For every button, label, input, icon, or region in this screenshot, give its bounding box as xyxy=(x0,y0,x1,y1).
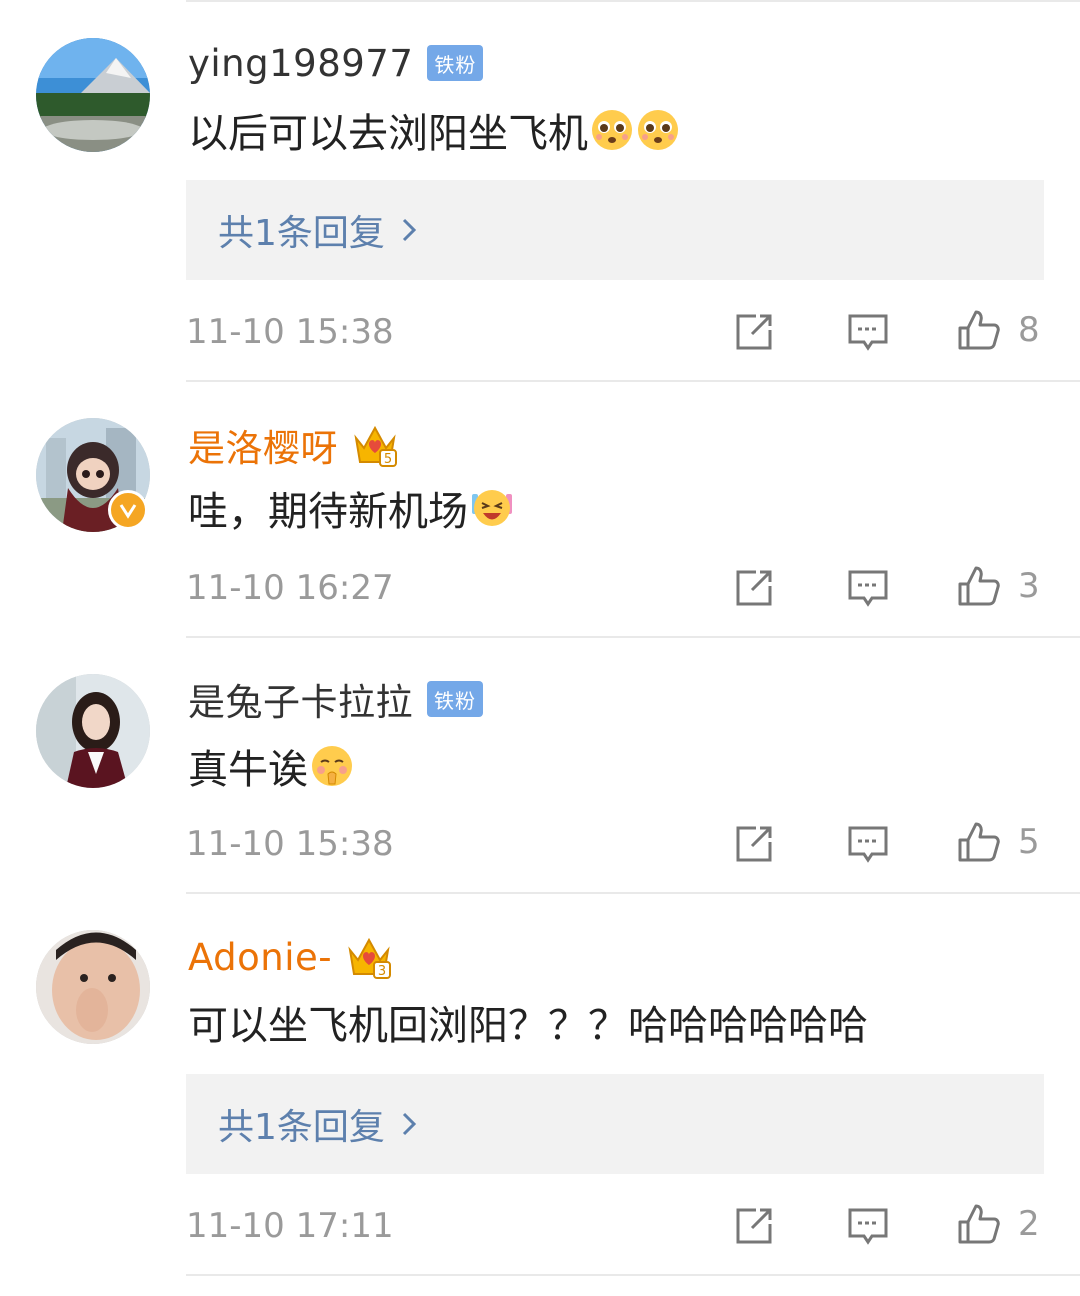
meta-row: 11-10 16:27 3 xyxy=(186,558,1044,618)
avatar[interactable] xyxy=(36,38,150,152)
reply-box[interactable]: 共1条回复 xyxy=(186,1074,1044,1174)
username[interactable]: 是洛樱呀 xyxy=(188,418,338,472)
forward-icon[interactable] xyxy=(732,822,776,866)
like-button[interactable]: 2 xyxy=(956,1202,1040,1246)
reply-box[interactable]: 共1条回复 xyxy=(186,180,1044,280)
comment-item: 是洛樱呀 5 哇，期待新机场 11-10 16:27 3 xyxy=(0,382,1080,638)
chevron-right-icon xyxy=(402,1112,417,1136)
actions: 3 xyxy=(186,558,1044,618)
meta-row: 11-10 17:11 2 xyxy=(186,1196,1044,1256)
username[interactable]: 是兔子卡拉拉 xyxy=(188,672,413,726)
username[interactable]: ying198977 xyxy=(188,42,413,85)
pleading-face-icon xyxy=(592,110,632,150)
comment-item: Adonie- 3 可以坐飞机回浏阳？？？哈哈哈哈哈哈 共1条回复 11-10 … xyxy=(0,894,1080,1296)
forward-icon[interactable] xyxy=(732,1204,776,1248)
comment-item: 是兔子卡拉拉 铁粉 真牛诶 11-10 15:38 5 xyxy=(0,638,1080,894)
comment-text: 真牛诶 xyxy=(188,747,308,793)
actions: 8 xyxy=(186,302,1044,362)
verified-badge xyxy=(108,490,148,530)
comment-text: 以后可以去浏阳坐飞机 xyxy=(188,111,588,157)
like-count: 5 xyxy=(1018,822,1040,862)
forward-icon[interactable] xyxy=(732,566,776,610)
divider xyxy=(186,1274,1080,1276)
comment-text-row: 以后可以去浏阳坐飞机 xyxy=(188,100,680,160)
fan-badge: 铁粉 xyxy=(427,45,484,81)
name-row: 是兔子卡拉拉 铁粉 xyxy=(188,674,483,724)
crown-badge-icon: 5 xyxy=(354,425,397,467)
comment-icon[interactable] xyxy=(846,1204,890,1248)
avatar[interactable] xyxy=(36,930,150,1044)
thumbs-up-icon xyxy=(958,566,1000,606)
avatar[interactable] xyxy=(36,674,150,788)
name-row: 是洛樱呀 5 xyxy=(188,420,398,470)
checkmark-icon xyxy=(119,504,137,519)
like-count: 3 xyxy=(1018,566,1040,606)
forward-icon[interactable] xyxy=(732,310,776,354)
comment-item: ying198977 铁粉 以后可以去浏阳坐飞机 共1条回复 11-10 15:… xyxy=(0,0,1080,382)
reply-count-link[interactable]: 共1条回复 xyxy=(218,204,385,256)
meta-row: 11-10 15:38 8 xyxy=(186,302,1044,362)
fan-badge: 铁粉 xyxy=(427,681,483,717)
thumbs-up-icon xyxy=(958,1204,1000,1244)
name-row: Adonie- 3 xyxy=(188,932,392,982)
svg-text:5: 5 xyxy=(384,452,392,467)
pleading-face-icon xyxy=(638,110,678,150)
actions: 5 xyxy=(186,814,1044,874)
like-count: 8 xyxy=(1018,310,1040,350)
comment-text: 可以坐飞机回浏阳？？？哈哈哈哈哈哈 xyxy=(188,1003,868,1049)
comment-text: 哇，期待新机场 xyxy=(188,489,468,535)
like-button[interactable]: 8 xyxy=(956,308,1040,352)
actions: 2 xyxy=(186,1196,1044,1256)
name-row: ying198977 铁粉 xyxy=(188,38,484,88)
crown-badge-icon: 3 xyxy=(348,937,392,979)
chevron-right-icon xyxy=(402,218,417,242)
comment-text-row: 真牛诶 xyxy=(188,736,354,796)
like-count: 2 xyxy=(1018,1204,1040,1244)
comment-text-row: 哇，期待新机场 xyxy=(188,478,514,538)
excited-face-icon xyxy=(472,490,512,526)
comment-text-row: 可以坐飞机回浏阳？？？哈哈哈哈哈哈 xyxy=(188,992,868,1052)
meta-row: 11-10 15:38 5 xyxy=(186,814,1044,874)
svg-text:3: 3 xyxy=(378,964,386,979)
like-button[interactable]: 3 xyxy=(956,564,1040,608)
username[interactable]: Adonie- xyxy=(188,936,332,979)
comment-icon[interactable] xyxy=(846,566,890,610)
thumbs-up-icon xyxy=(958,310,1000,350)
reply-count-link[interactable]: 共1条回复 xyxy=(218,1098,385,1150)
comment-icon[interactable] xyxy=(846,822,890,866)
thumbs-up-icon xyxy=(958,822,1000,862)
comment-icon[interactable] xyxy=(846,310,890,354)
shy-face-icon xyxy=(312,746,352,786)
like-button[interactable]: 5 xyxy=(956,820,1040,864)
